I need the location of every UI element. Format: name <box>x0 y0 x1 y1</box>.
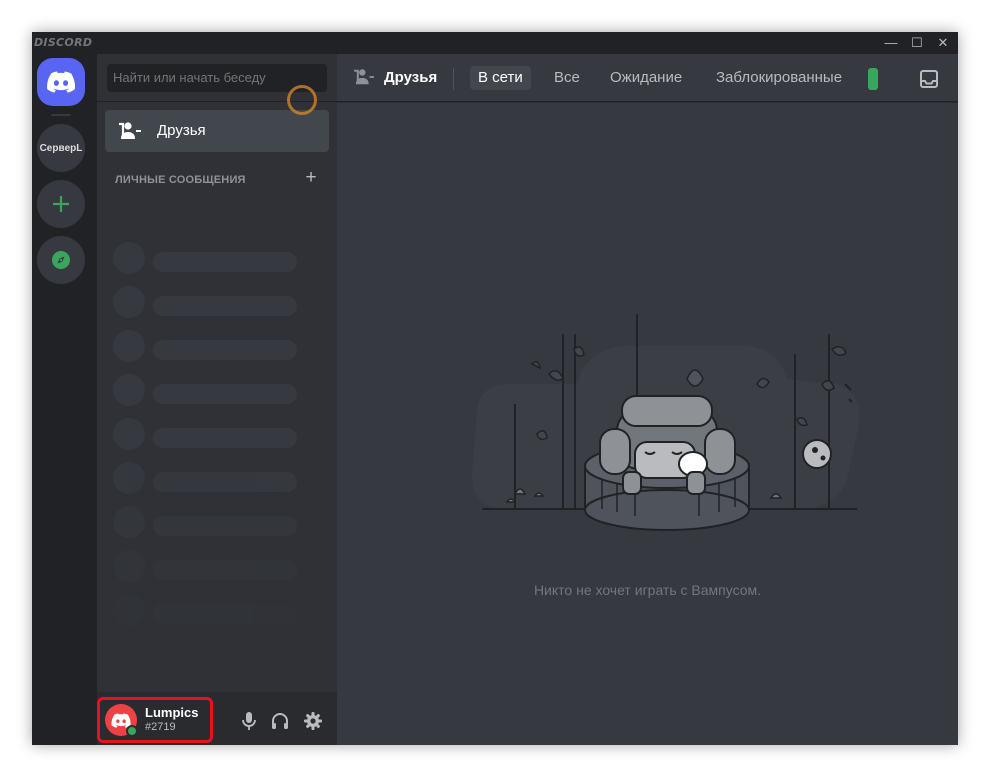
toolbar-divider <box>453 68 454 90</box>
discord-logo-icon <box>47 71 75 93</box>
dm-placeholder <box>113 550 313 582</box>
inbox-button[interactable] <box>917 67 941 91</box>
dm-section-header: ЛИЧНЫЕ СООБЩЕНИЯ <box>115 174 246 186</box>
close-button[interactable]: ✕ <box>930 32 956 54</box>
compass-icon <box>52 251 70 269</box>
dm-placeholder <box>113 330 313 362</box>
main-content: Друзья В сети Все Ожидание Заблокированн… <box>337 54 958 745</box>
tab-blocked[interactable]: Заблокированные <box>708 66 850 90</box>
dm-placeholder <box>113 594 313 626</box>
page-title: Друзья <box>384 69 438 86</box>
tab-all[interactable]: Все <box>546 66 588 90</box>
deafen-button[interactable] <box>269 710 291 732</box>
friends-icon <box>119 122 141 139</box>
minimize-button[interactable]: — <box>878 32 904 54</box>
title-bar: DISCORD — ☐ ✕ <box>32 32 958 54</box>
tab-pending[interactable]: Ожидание <box>602 66 690 90</box>
user-panel: Lumpics #2719 <box>97 692 337 745</box>
mute-button[interactable] <box>238 710 260 732</box>
user-highlight-frame <box>97 697 213 743</box>
click-indicator-ring <box>287 85 317 115</box>
add-server-button[interactable] <box>37 180 85 228</box>
server-icon[interactable]: CepвepL <box>37 124 85 172</box>
dm-placeholder <box>113 418 313 450</box>
dm-placeholder <box>113 242 313 274</box>
add-friend-button[interactable] <box>868 68 878 90</box>
create-dm-button[interactable]: + <box>302 167 320 189</box>
empty-state-message: Никто не хочет играть с Вампусом. <box>533 582 762 598</box>
friends-icon <box>354 69 374 85</box>
server-list: CepвepL <box>32 54 97 745</box>
maximize-button[interactable]: ☐ <box>904 32 930 54</box>
sidebar-item-friends[interactable]: Друзья <box>105 110 329 152</box>
gear-icon <box>304 712 322 730</box>
tab-online[interactable]: В сети <box>470 66 531 90</box>
microphone-icon <box>242 712 256 730</box>
server-label: CepвepL <box>39 142 83 154</box>
headphones-icon <box>272 713 288 729</box>
dm-placeholder <box>113 374 313 406</box>
sidebar-item-label: Друзья <box>157 122 206 139</box>
dm-placeholder <box>113 286 313 318</box>
friends-toolbar: Друзья В сети Все Ожидание Заблокированн… <box>337 54 958 102</box>
dm-placeholder <box>113 506 313 538</box>
explore-servers-button[interactable] <box>37 236 85 284</box>
server-list-separator <box>51 114 71 116</box>
discord-window: DISCORD — ☐ ✕ CepвepL Найти или начать б… <box>32 32 958 745</box>
home-button[interactable] <box>37 58 85 106</box>
dm-sidebar: Друзья ЛИЧНЫЕ СООБЩЕНИЯ + Lumpics #2719 <box>97 54 337 745</box>
user-settings-button[interactable] <box>302 710 324 732</box>
inbox-icon <box>920 70 938 88</box>
app-brand: DISCORD <box>34 36 93 49</box>
plus-icon <box>53 196 69 212</box>
dm-placeholder <box>113 462 313 494</box>
wumpus-illustration <box>472 314 860 531</box>
help-button[interactable] <box>957 67 958 91</box>
